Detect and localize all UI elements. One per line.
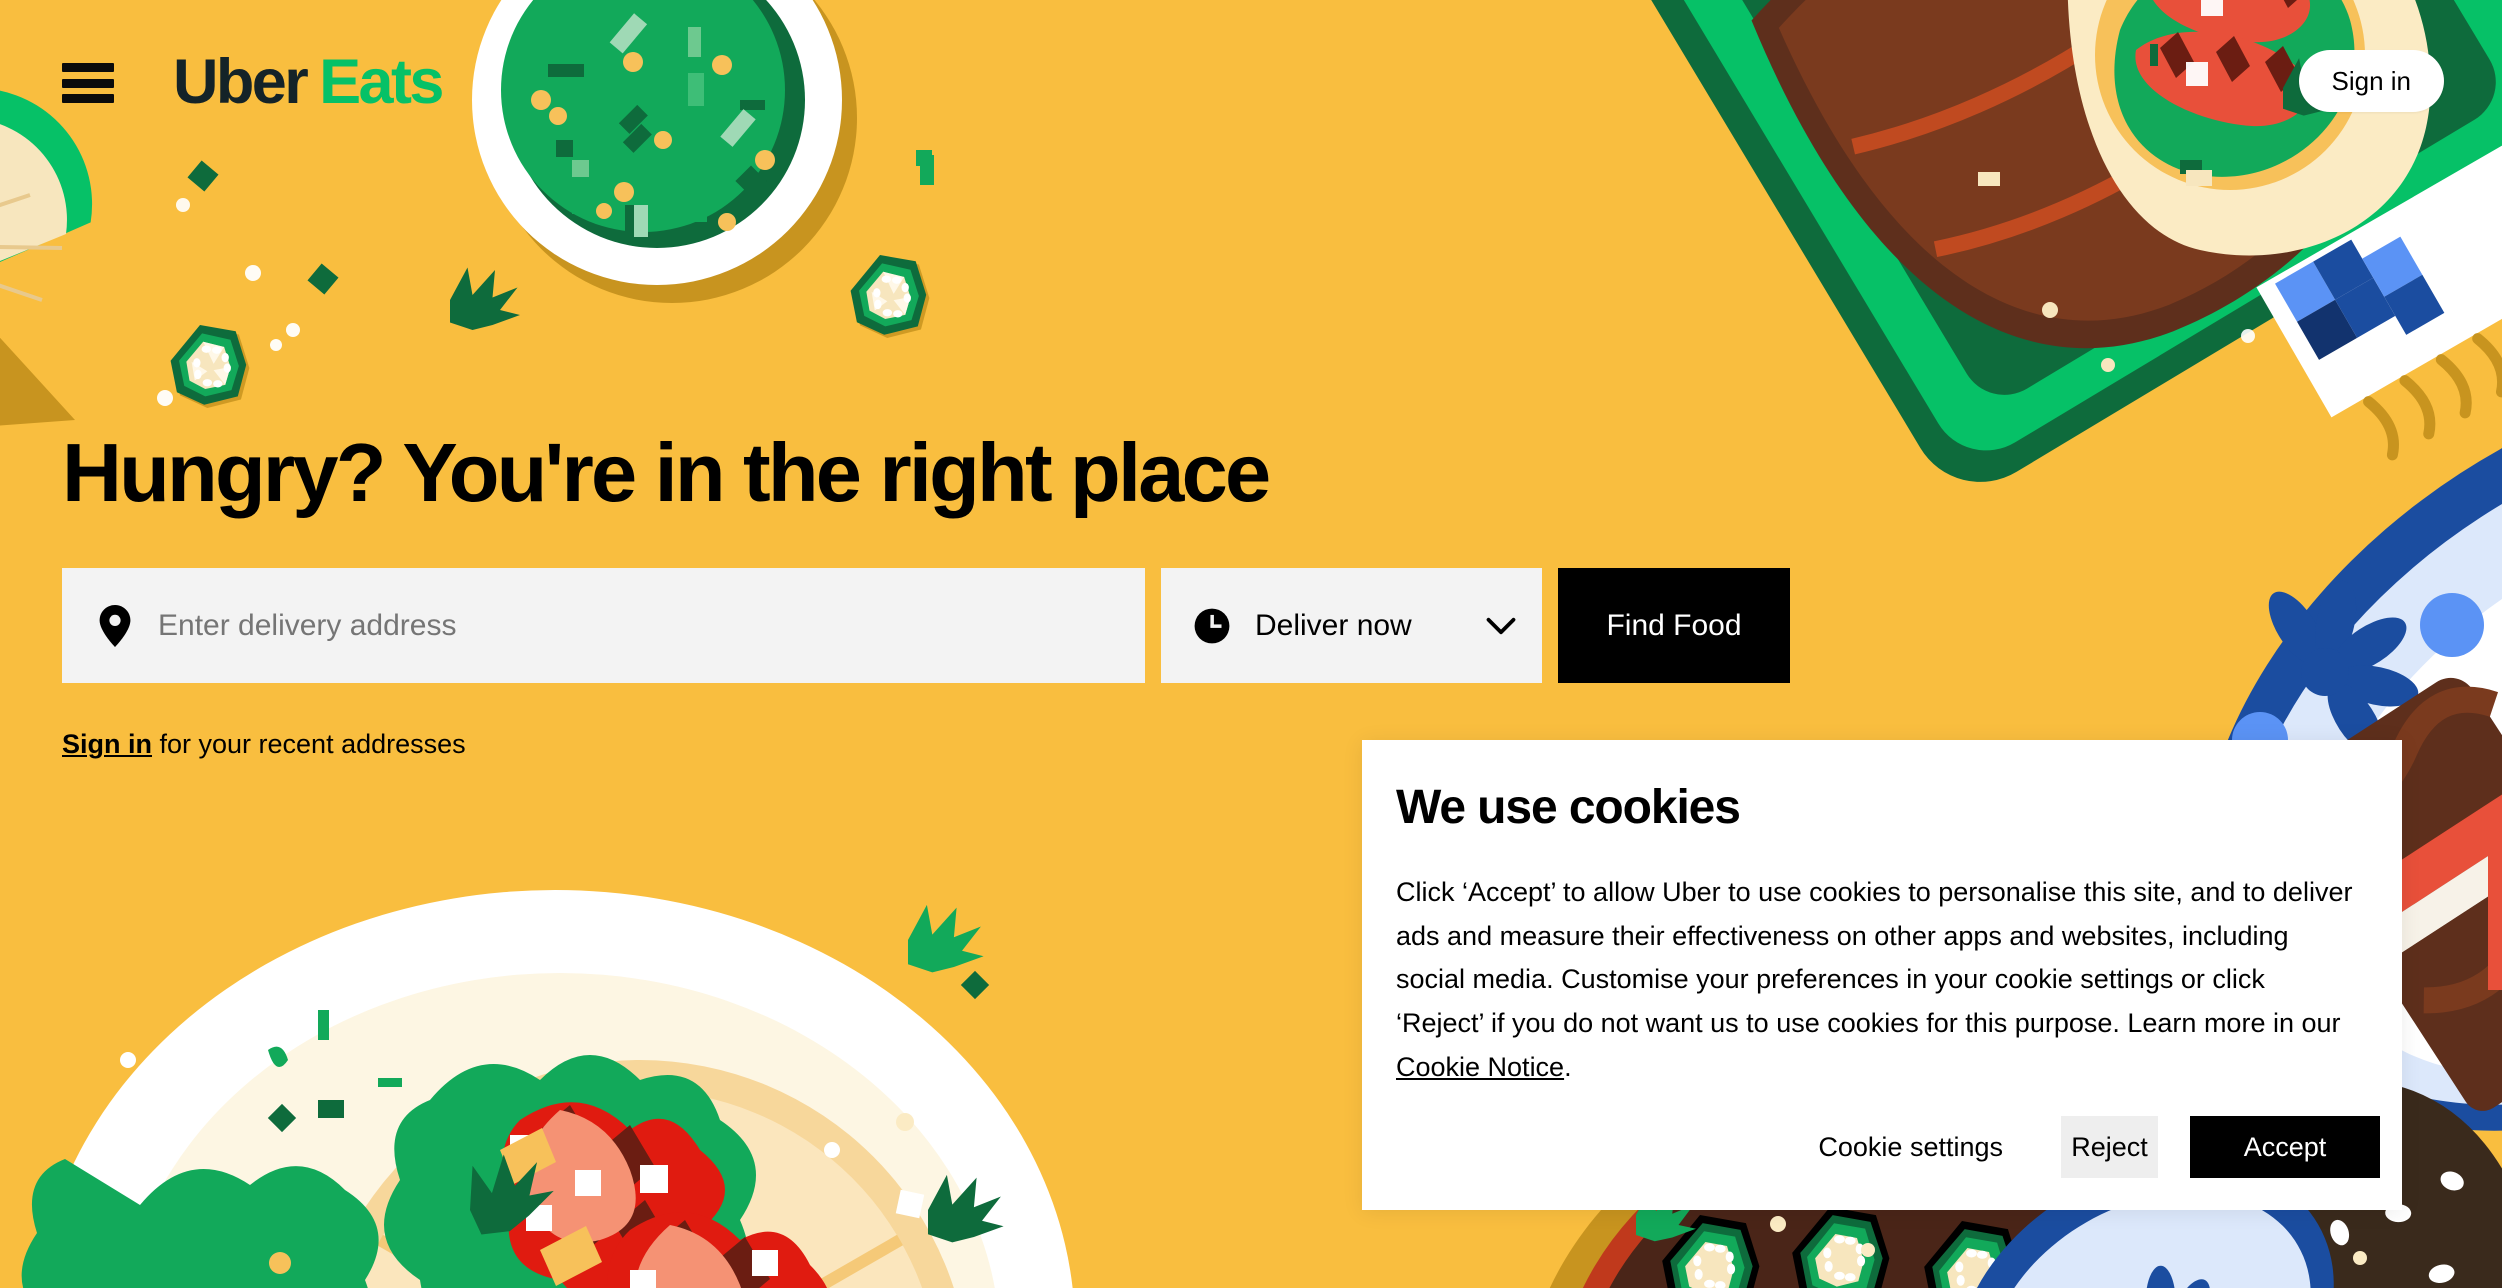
cookie-settings-button[interactable]: Cookie settings: [1784, 1116, 2037, 1178]
find-food-button[interactable]: Find Food: [1558, 568, 1790, 684]
sign-in-button[interactable]: Sign in: [2298, 50, 2444, 112]
site-header: Uber Eats Sign in: [0, 0, 2502, 162]
page-title: Hungry? You're in the right place: [62, 426, 1271, 519]
cookie-dialog-body: Click ‘Accept’ to allow Uber to use cook…: [1396, 871, 2354, 1090]
chevron-down-icon[interactable]: [1486, 616, 1516, 636]
cookie-accept-button[interactable]: Accept: [2190, 1116, 2380, 1178]
logo-eats-text: Eats: [319, 46, 444, 117]
cookie-body-text-before: Click ‘Accept’ to allow Uber to use cook…: [1396, 876, 2353, 1038]
hero-section: Hungry? You're in the right place Enter …: [62, 426, 2162, 760]
delivery-time-selector[interactable]: Deliver now: [1161, 568, 1542, 684]
cookie-consent-dialog: We use cookies Click ‘Accept’ to allow U…: [1362, 740, 2402, 1210]
uber-eats-logo[interactable]: Uber Eats: [173, 46, 444, 117]
uber-eats-landing-page: Uber Eats Sign in Hungry? You're in the …: [0, 0, 2502, 1288]
hamburger-menu-icon[interactable]: [62, 63, 114, 103]
cookie-dialog-actions: Cookie settings Reject Accept: [1784, 1116, 2380, 1178]
sign-in-link[interactable]: Sign in: [62, 729, 152, 759]
logo-uber-text: Uber: [173, 46, 309, 117]
clock-icon: [1193, 607, 1231, 645]
location-pin-icon: [98, 604, 132, 647]
cookie-reject-button[interactable]: Reject: [2061, 1116, 2158, 1178]
delivery-search-bar: Deliver now Find Food: [62, 568, 1792, 684]
recent-addresses-text: for your recent addresses: [152, 729, 466, 760]
cookie-notice-link[interactable]: Cookie Notice: [1396, 1052, 1564, 1082]
cookie-body-text-after: .: [1564, 1051, 1572, 1082]
cookie-dialog-title: We use cookies: [1396, 781, 1741, 834]
delivery-time-label: Deliver now: [1255, 608, 1412, 642]
search-input[interactable]: [158, 608, 1117, 643]
delivery-address-field[interactable]: [62, 568, 1145, 684]
